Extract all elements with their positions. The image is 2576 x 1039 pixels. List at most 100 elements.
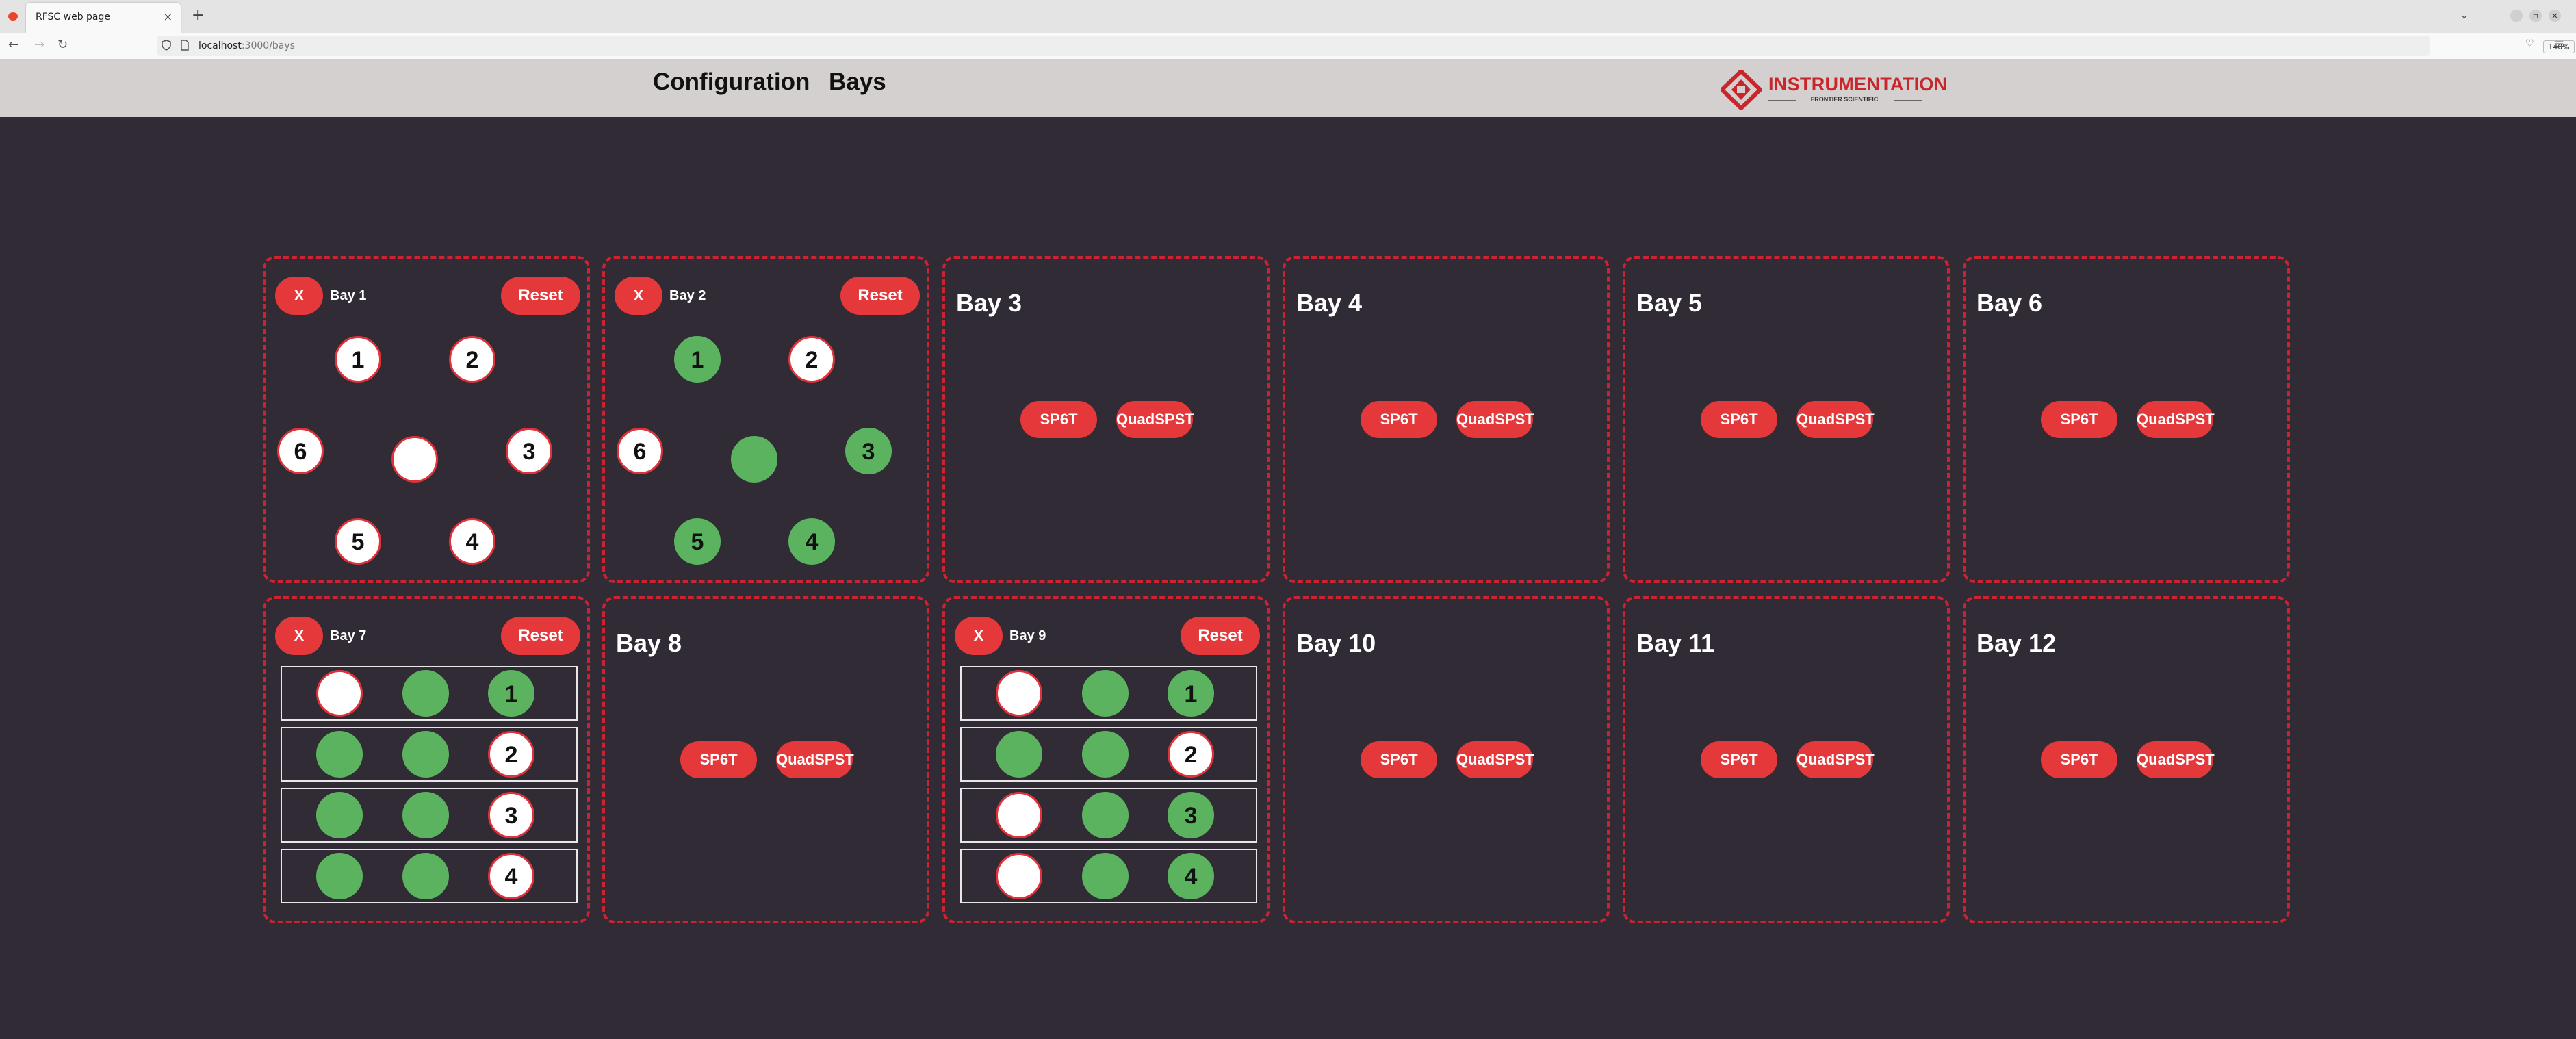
url-text[interactable]: localhost:3000/bays <box>198 40 295 51</box>
port-2[interactable]: 2 <box>788 336 835 383</box>
bay-title: Bay 4 <box>1296 289 1363 317</box>
shield-icon <box>162 40 171 53</box>
switch-port[interactable] <box>996 853 1042 899</box>
quadspst-button[interactable]: QuadSPST <box>2137 741 2215 778</box>
port-common[interactable] <box>391 436 438 483</box>
port-3[interactable]: 3 <box>506 428 552 474</box>
switch-port[interactable] <box>996 792 1042 838</box>
hamburger-menu-icon[interactable]: ≡ <box>2554 37 2564 51</box>
bay-remove-button[interactable]: X <box>275 617 323 655</box>
switch-port[interactable] <box>1082 792 1129 838</box>
logo-mark-icon <box>1721 70 1762 110</box>
new-tab-icon[interactable]: + <box>192 7 204 24</box>
switch-port[interactable]: 2 <box>1168 731 1214 778</box>
bay-2: X Bay 2 Reset 1 2 3 4 5 6 <box>602 256 929 583</box>
window-close-icon[interactable]: × <box>2549 10 2561 22</box>
quadspst-button[interactable]: QuadSPST <box>1796 741 1875 778</box>
switch-port[interactable] <box>402 731 449 778</box>
switch-port[interactable] <box>996 731 1042 778</box>
quadspst-button[interactable]: QuadSPST <box>776 741 854 778</box>
switch-port[interactable] <box>316 853 363 899</box>
port-4[interactable]: 4 <box>449 518 495 565</box>
switch-port[interactable] <box>316 792 363 838</box>
port-1[interactable]: 1 <box>335 336 381 383</box>
url-path: :3000/bays <box>241 40 295 51</box>
quadspst-button[interactable]: QuadSPST <box>1796 401 1875 438</box>
port-3[interactable]: 3 <box>845 428 892 474</box>
quadspst-button[interactable]: QuadSPST <box>2137 401 2215 438</box>
tab-title: RFSC web page <box>36 12 111 23</box>
port-4[interactable]: 4 <box>788 518 835 565</box>
quadspst-button[interactable]: QuadSPST <box>1456 401 1534 438</box>
minimize-icon[interactable]: – <box>2510 10 2523 22</box>
switch-port[interactable] <box>402 792 449 838</box>
switch-port[interactable] <box>316 731 363 778</box>
nav-bays[interactable]: Bays <box>829 68 886 96</box>
port-2[interactable]: 2 <box>449 336 495 383</box>
port-6[interactable]: 6 <box>277 428 324 474</box>
sp6t-button[interactable]: SP6T <box>1361 741 1437 778</box>
reset-button[interactable]: Reset <box>1181 617 1260 655</box>
list-tabs-icon[interactable]: ⌄ <box>2460 8 2469 21</box>
url-bar[interactable]: localhost:3000/bays 140% ☆ <box>157 36 2575 56</box>
bay-title: Bay 12 <box>1976 629 2057 657</box>
nav-configuration[interactable]: Configuration <box>653 68 810 96</box>
switch-row: 2 <box>960 727 1257 782</box>
maximize-icon[interactable]: ▫ <box>2529 10 2542 22</box>
bay-8: Bay 8 SP6T QuadSPST <box>602 596 929 923</box>
switch-port[interactable]: 3 <box>488 792 534 838</box>
bay-remove-button[interactable]: X <box>275 277 323 315</box>
pocket-icon[interactable]: ♡ <box>2525 38 2534 49</box>
port-1[interactable]: 1 <box>674 336 721 383</box>
forward-icon[interactable]: → <box>34 38 44 52</box>
reload-icon[interactable]: ↻ <box>57 38 68 52</box>
sp6t-button[interactable]: SP6T <box>680 741 757 778</box>
sp6t-button[interactable]: SP6T <box>1020 401 1097 438</box>
switch-port[interactable] <box>402 853 449 899</box>
switch-port[interactable]: 1 <box>1168 670 1214 717</box>
browser-navbar: ← → ↻ localhost:3000/bays 140% ☆ ♡ ≡ <box>0 33 2576 60</box>
switch-port[interactable] <box>1082 670 1129 717</box>
quadspst-button[interactable]: QuadSPST <box>1116 401 1194 438</box>
switch-port[interactable] <box>402 670 449 717</box>
sp6t-button[interactable]: SP6T <box>1701 401 1777 438</box>
bay-label: Bay 1 <box>330 288 367 303</box>
switch-port[interactable] <box>1082 731 1129 778</box>
bay-title: Bay 5 <box>1636 289 1703 317</box>
company-logo: INSTRUMENTATION FRONTIER SCIENTIFIC <box>1721 70 1947 110</box>
switch-row: 1 <box>960 666 1257 721</box>
browser-logo-icon <box>8 12 18 21</box>
switch-port[interactable]: 1 <box>488 670 534 717</box>
port-5[interactable]: 5 <box>335 518 381 565</box>
port-common[interactable] <box>731 436 777 483</box>
port-6[interactable]: 6 <box>617 428 663 474</box>
port-5[interactable]: 5 <box>674 518 721 565</box>
quadspst-button[interactable]: QuadSPST <box>1456 741 1534 778</box>
sp6t-button[interactable]: SP6T <box>2041 401 2117 438</box>
reset-button[interactable]: Reset <box>840 277 920 315</box>
bay-title: Bay 3 <box>956 289 1022 317</box>
switch-port[interactable]: 3 <box>1168 792 1214 838</box>
back-icon[interactable]: ← <box>8 38 18 52</box>
sp6t-button[interactable]: SP6T <box>1701 741 1777 778</box>
browser-tab[interactable]: RFSC web page × <box>26 3 181 33</box>
switch-port[interactable]: 4 <box>488 853 534 899</box>
reset-button[interactable]: Reset <box>501 617 580 655</box>
switch-port[interactable]: 4 <box>1168 853 1214 899</box>
bay-remove-button[interactable]: X <box>955 617 1003 655</box>
reset-button[interactable]: Reset <box>501 277 580 315</box>
sp6t-button[interactable]: SP6T <box>2041 741 2117 778</box>
bay-title: Bay 10 <box>1296 629 1376 657</box>
switch-port[interactable] <box>1082 853 1129 899</box>
bay-6: Bay 6 SP6T QuadSPST <box>1963 256 2290 583</box>
sp6t-button[interactable]: SP6T <box>1361 401 1437 438</box>
switch-port[interactable] <box>996 670 1042 717</box>
close-tab-icon[interactable]: × <box>164 10 172 23</box>
switch-row: 4 <box>281 849 578 903</box>
switch-port[interactable]: 2 <box>488 731 534 778</box>
bay-3: Bay 3 SP6T QuadSPST <box>942 256 1270 583</box>
switch-port[interactable] <box>316 670 363 717</box>
bay-10: Bay 10 SP6T QuadSPST <box>1283 596 1610 923</box>
bay-1: X Bay 1 Reset 1 2 3 4 5 6 <box>263 256 590 583</box>
bay-remove-button[interactable]: X <box>615 277 662 315</box>
